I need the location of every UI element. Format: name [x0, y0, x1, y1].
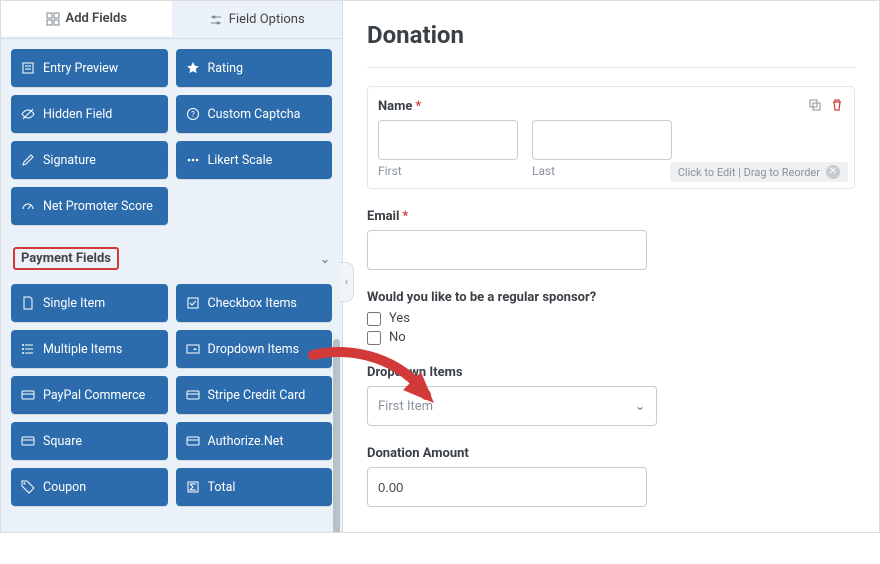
tag-icon	[21, 480, 35, 494]
field-label: Donation Amount	[367, 446, 855, 461]
field-button-label: Signature	[43, 153, 96, 168]
file-icon	[21, 296, 35, 310]
field-button-label: Single Item	[43, 296, 105, 311]
field-label: Dropdown Items	[367, 365, 855, 380]
checkbox-input[interactable]	[367, 331, 381, 345]
field-button-label: Likert Scale	[208, 153, 273, 168]
star-icon	[186, 61, 200, 75]
checkbox-option-no[interactable]: No	[367, 330, 855, 345]
field-sponsor[interactable]: Would you like to be a regular sponsor? …	[367, 290, 855, 345]
field-button-paypal-commerce[interactable]: PayPal Commerce	[11, 376, 168, 414]
field-button-single-item[interactable]: Single Item	[11, 284, 168, 322]
field-button-entry-preview[interactable]: Entry Preview	[11, 49, 168, 87]
help-circle-icon: ?	[186, 107, 200, 121]
donation-amount-input[interactable]	[367, 467, 647, 507]
field-button-hidden-field[interactable]: Hidden Field	[11, 95, 168, 133]
field-name[interactable]: Name* First	[367, 86, 855, 189]
sublabel-first: First	[378, 164, 518, 178]
field-button-likert-scale[interactable]: Likert Scale	[176, 141, 333, 179]
duplicate-icon[interactable]	[808, 98, 822, 112]
eye-off-icon	[21, 107, 35, 121]
field-button-authorize-net[interactable]: Authorize.Net	[176, 422, 333, 460]
field-button-checkbox-items[interactable]: Checkbox Items	[176, 284, 333, 322]
checkbox-option-yes[interactable]: Yes	[367, 311, 855, 326]
field-button-dropdown-items[interactable]: Dropdown Items	[176, 330, 333, 368]
field-label: Name*	[378, 99, 421, 114]
field-button-label: Entry Preview	[43, 61, 118, 76]
field-button-label: Total	[208, 480, 236, 495]
field-button-square[interactable]: Square	[11, 422, 168, 460]
field-button-multiple-items[interactable]: Multiple Items	[11, 330, 168, 368]
edit-hint: Click to Edit | Drag to Reorder ✕	[670, 162, 848, 182]
trash-icon[interactable]	[830, 98, 844, 112]
required-asterisk: *	[402, 209, 408, 224]
field-button-label: Checkbox Items	[208, 296, 297, 311]
card-icon	[21, 388, 35, 402]
field-button-label: Custom Captcha	[208, 107, 301, 122]
close-icon[interactable]: ✕	[826, 165, 840, 179]
tab-add-fields[interactable]: Add Fields	[1, 1, 172, 38]
checkbox-label: No	[389, 330, 406, 345]
dropdown-items-select[interactable]: First Item	[367, 386, 657, 426]
last-name-input[interactable]	[532, 120, 672, 160]
grid-icon	[46, 12, 60, 26]
field-button-label: PayPal Commerce	[43, 388, 145, 403]
checkbox-label: Yes	[389, 311, 410, 326]
tab-label: Field Options	[229, 12, 305, 27]
field-button-net-promoter-score[interactable]: Net Promoter Score	[11, 187, 168, 225]
field-button-stripe-credit-card[interactable]: Stripe Credit Card	[176, 376, 333, 414]
field-button-label: Rating	[208, 61, 244, 76]
collapse-sidebar-button[interactable]: ‹	[340, 262, 354, 302]
field-button-label: Stripe Credit Card	[208, 388, 306, 403]
field-label: Email*	[367, 209, 855, 224]
check-square-icon	[186, 296, 200, 310]
gauge-icon	[21, 199, 35, 213]
form-preview: Donation Name*	[343, 1, 879, 532]
field-button-label: Net Promoter Score	[43, 199, 153, 214]
sigma-icon	[186, 480, 200, 494]
section-title-text: Payment Fields	[13, 247, 119, 270]
checkbox-input[interactable]	[367, 312, 381, 326]
field-button-signature[interactable]: Signature	[11, 141, 168, 179]
entry-preview-icon	[21, 61, 35, 75]
field-donation-amount[interactable]: Donation Amount	[367, 446, 855, 507]
field-button-coupon[interactable]: Coupon	[11, 468, 168, 506]
sliders-icon	[209, 13, 223, 27]
card-icon	[186, 434, 200, 448]
field-email[interactable]: Email*	[367, 209, 855, 270]
dots-icon	[186, 153, 200, 167]
required-asterisk: *	[415, 99, 421, 114]
field-button-custom-captcha[interactable]: ? Custom Captcha	[176, 95, 333, 133]
card-icon	[186, 388, 200, 402]
dropdown-icon	[186, 342, 200, 356]
sidebar-scroll[interactable]: Entry Preview Rating Hidden Field? Custom C…	[1, 39, 342, 532]
chevron-down-icon: ⌄	[320, 252, 330, 266]
section-payment-fields[interactable]: Payment Fields ⌄	[11, 243, 332, 274]
sublabel-last: Last	[532, 164, 672, 178]
email-input[interactable]	[367, 230, 647, 270]
scrollbar-thumb[interactable]	[333, 339, 340, 532]
field-button-label: Coupon	[43, 480, 86, 495]
field-button-rating[interactable]: Rating	[176, 49, 333, 87]
field-button-label: Square	[43, 434, 82, 449]
field-button-label: Authorize.Net	[208, 434, 284, 449]
field-dropdown-items[interactable]: Dropdown Items First Item ⌄	[367, 365, 855, 426]
list-icon	[21, 342, 35, 356]
first-name-input[interactable]	[378, 120, 518, 160]
field-button-label: Hidden Field	[43, 107, 112, 122]
card-icon	[21, 434, 35, 448]
field-label: Would you like to be a regular sponsor?	[367, 290, 855, 305]
tab-label: Add Fields	[66, 11, 127, 26]
field-button-label: Dropdown Items	[208, 342, 300, 357]
field-button-total[interactable]: Total	[176, 468, 333, 506]
field-button-label: Multiple Items	[43, 342, 122, 357]
tab-field-options[interactable]: Field Options	[172, 1, 343, 38]
page-title: Donation	[367, 21, 855, 68]
pencil-icon	[21, 153, 35, 167]
svg-text:?: ?	[191, 110, 195, 119]
